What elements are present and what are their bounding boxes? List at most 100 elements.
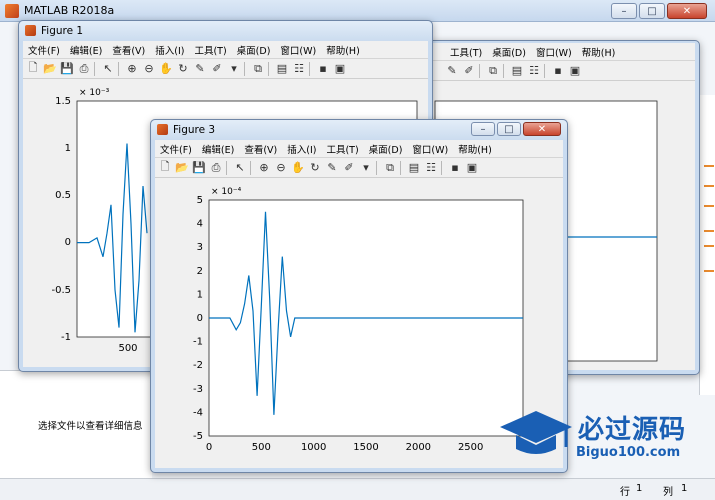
show-tools-icon[interactable]: ▣ bbox=[465, 161, 479, 175]
rotate-icon[interactable]: ↻ bbox=[176, 62, 190, 76]
data-cursor-icon[interactable]: ✎ bbox=[445, 64, 459, 78]
figure-3-titlebar: Figure 3 – □ ✕ bbox=[151, 120, 567, 140]
save-icon[interactable]: 💾 bbox=[60, 62, 74, 76]
f3-ytick: -2 bbox=[193, 360, 203, 371]
f1-ytick: 0.5 bbox=[55, 190, 71, 201]
pan-icon[interactable]: ✋ bbox=[159, 62, 173, 76]
f3-ytick: 2 bbox=[197, 266, 203, 277]
watermark-text: 必过源码 bbox=[578, 415, 687, 445]
menu-desktop[interactable]: 桌面(D) bbox=[237, 43, 271, 57]
legend-icon[interactable]: ☷ bbox=[424, 161, 438, 175]
data-cursor-icon[interactable]: ✎ bbox=[325, 161, 339, 175]
edit-plot-icon[interactable]: ↖ bbox=[101, 62, 115, 76]
open-icon[interactable]: 📂 bbox=[175, 161, 189, 175]
menu-insert[interactable]: 插入(I) bbox=[155, 43, 184, 57]
link-plot-icon[interactable]: ⧉ bbox=[383, 161, 397, 175]
figure-3-exponent: × 10⁻⁴ bbox=[211, 187, 242, 197]
hide-tools-icon[interactable]: ▪ bbox=[448, 161, 462, 175]
close-button[interactable]: ✕ bbox=[523, 122, 561, 136]
f1-ytick: -0.5 bbox=[51, 285, 71, 296]
zoom-in-icon[interactable]: ⊕ bbox=[125, 62, 139, 76]
f1-ytick: 0 bbox=[65, 237, 71, 248]
f1-xtick: 500 bbox=[118, 343, 137, 354]
menu-edit[interactable]: 编辑(E) bbox=[202, 142, 234, 156]
close-button[interactable]: ✕ bbox=[667, 3, 707, 19]
menu-insert[interactable]: 插入(I) bbox=[287, 142, 316, 156]
figure-back-toolbar: ✎ ✐ ⧉ ▤ ☷ ▪ ▣ bbox=[425, 61, 695, 81]
figure-1-exponent: × 10⁻³ bbox=[79, 88, 110, 98]
hide-tools-icon[interactable]: ▪ bbox=[551, 64, 565, 78]
menu-file[interactable]: 文件(F) bbox=[160, 142, 192, 156]
menu-desktop[interactable]: 桌面(D) bbox=[369, 142, 403, 156]
f3-ytick: 3 bbox=[197, 242, 203, 253]
print-icon[interactable]: ⎙ bbox=[77, 62, 91, 76]
f3-xtick: 2500 bbox=[458, 442, 483, 453]
f1-ytick: 1.5 bbox=[55, 96, 71, 107]
hide-tools-icon[interactable]: ▪ bbox=[316, 62, 330, 76]
menu-desktop[interactable]: 桌面(D) bbox=[492, 45, 526, 59]
f3-ytick: 0 bbox=[197, 313, 203, 324]
f3-ytick: 5 bbox=[197, 195, 203, 206]
dropdown-arrow-icon[interactable]: ▾ bbox=[359, 161, 373, 175]
legend-icon[interactable]: ☷ bbox=[527, 64, 541, 78]
f3-xtick: 1000 bbox=[301, 442, 326, 453]
menu-help[interactable]: 帮助(H) bbox=[326, 43, 360, 57]
edit-plot-icon[interactable]: ↖ bbox=[233, 161, 247, 175]
menu-view[interactable]: 查看(V) bbox=[112, 43, 145, 57]
menu-window[interactable]: 窗口(W) bbox=[412, 142, 448, 156]
figure-3-toolbar: 🗋 📂 💾 ⎙ ↖ ⊕ ⊖ ✋ ↻ ✎ ✐ ▾ ⧉ ▤ ☷ ▪ ▣ bbox=[155, 158, 563, 178]
matlab-window-controls: – □ ✕ bbox=[609, 3, 707, 19]
data-cursor-icon[interactable]: ✎ bbox=[193, 62, 207, 76]
menu-tools[interactable]: 工具(T) bbox=[194, 43, 226, 57]
figure-1-title: Figure 1 bbox=[41, 25, 84, 37]
link-plot-icon[interactable]: ⧉ bbox=[251, 62, 265, 76]
f1-ytick: -1 bbox=[61, 332, 71, 343]
row-value: 1 bbox=[636, 483, 643, 494]
zoom-in-icon[interactable]: ⊕ bbox=[257, 161, 271, 175]
show-tools-icon[interactable]: ▣ bbox=[333, 62, 347, 76]
new-figure-icon[interactable]: 🗋 bbox=[158, 160, 172, 175]
colorbar-icon[interactable]: ▤ bbox=[510, 64, 524, 78]
minimize-button[interactable]: – bbox=[471, 122, 495, 136]
menu-view[interactable]: 查看(V) bbox=[244, 142, 277, 156]
figure-1-titlebar: Figure 1 bbox=[19, 21, 432, 41]
figure-icon bbox=[157, 124, 168, 135]
rotate-icon[interactable]: ↻ bbox=[308, 161, 322, 175]
legend-icon[interactable]: ☷ bbox=[292, 62, 306, 76]
brush-icon[interactable]: ✐ bbox=[462, 64, 476, 78]
colorbar-icon[interactable]: ▤ bbox=[407, 161, 421, 175]
dropdown-arrow-icon[interactable]: ▾ bbox=[227, 62, 241, 76]
maximize-button[interactable]: □ bbox=[639, 3, 665, 19]
zoom-out-icon[interactable]: ⊖ bbox=[142, 62, 156, 76]
figure-1-menubar: 文件(F) 编辑(E) 查看(V) 插入(I) 工具(T) 桌面(D) 窗口(W… bbox=[23, 41, 428, 59]
open-icon[interactable]: 📂 bbox=[43, 62, 57, 76]
f3-xtick: 2000 bbox=[406, 442, 431, 453]
f3-ytick: -3 bbox=[193, 384, 203, 395]
row-label: 行 bbox=[620, 487, 630, 498]
f3-xtick: 500 bbox=[252, 442, 271, 453]
f3-ytick: 1 bbox=[197, 289, 203, 300]
show-tools-icon[interactable]: ▣ bbox=[568, 64, 582, 78]
menu-tools[interactable]: 工具(T) bbox=[326, 142, 358, 156]
menu-help[interactable]: 帮助(H) bbox=[582, 45, 616, 59]
menu-file[interactable]: 文件(F) bbox=[28, 43, 60, 57]
matlab-titlebar: MATLAB R2018a – □ ✕ bbox=[0, 0, 715, 22]
minimize-button[interactable]: – bbox=[611, 3, 637, 19]
maximize-button[interactable]: □ bbox=[497, 122, 521, 136]
editor-scroll-strip[interactable] bbox=[699, 95, 715, 395]
colorbar-icon[interactable]: ▤ bbox=[275, 62, 289, 76]
watermark-logo: 必过源码 Biguo100.com bbox=[496, 405, 706, 465]
brush-icon[interactable]: ✐ bbox=[342, 161, 356, 175]
link-plot-icon[interactable]: ⧉ bbox=[486, 64, 500, 78]
menu-tools[interactable]: 工具(T) bbox=[450, 45, 482, 59]
save-icon[interactable]: 💾 bbox=[192, 161, 206, 175]
zoom-out-icon[interactable]: ⊖ bbox=[274, 161, 288, 175]
menu-help[interactable]: 帮助(H) bbox=[458, 142, 492, 156]
brush-icon[interactable]: ✐ bbox=[210, 62, 224, 76]
print-icon[interactable]: ⎙ bbox=[209, 161, 223, 175]
menu-edit[interactable]: 编辑(E) bbox=[70, 43, 102, 57]
menu-window[interactable]: 窗口(W) bbox=[536, 45, 572, 59]
menu-window[interactable]: 窗口(W) bbox=[280, 43, 316, 57]
pan-icon[interactable]: ✋ bbox=[291, 161, 305, 175]
new-figure-icon[interactable]: 🗋 bbox=[26, 61, 40, 76]
